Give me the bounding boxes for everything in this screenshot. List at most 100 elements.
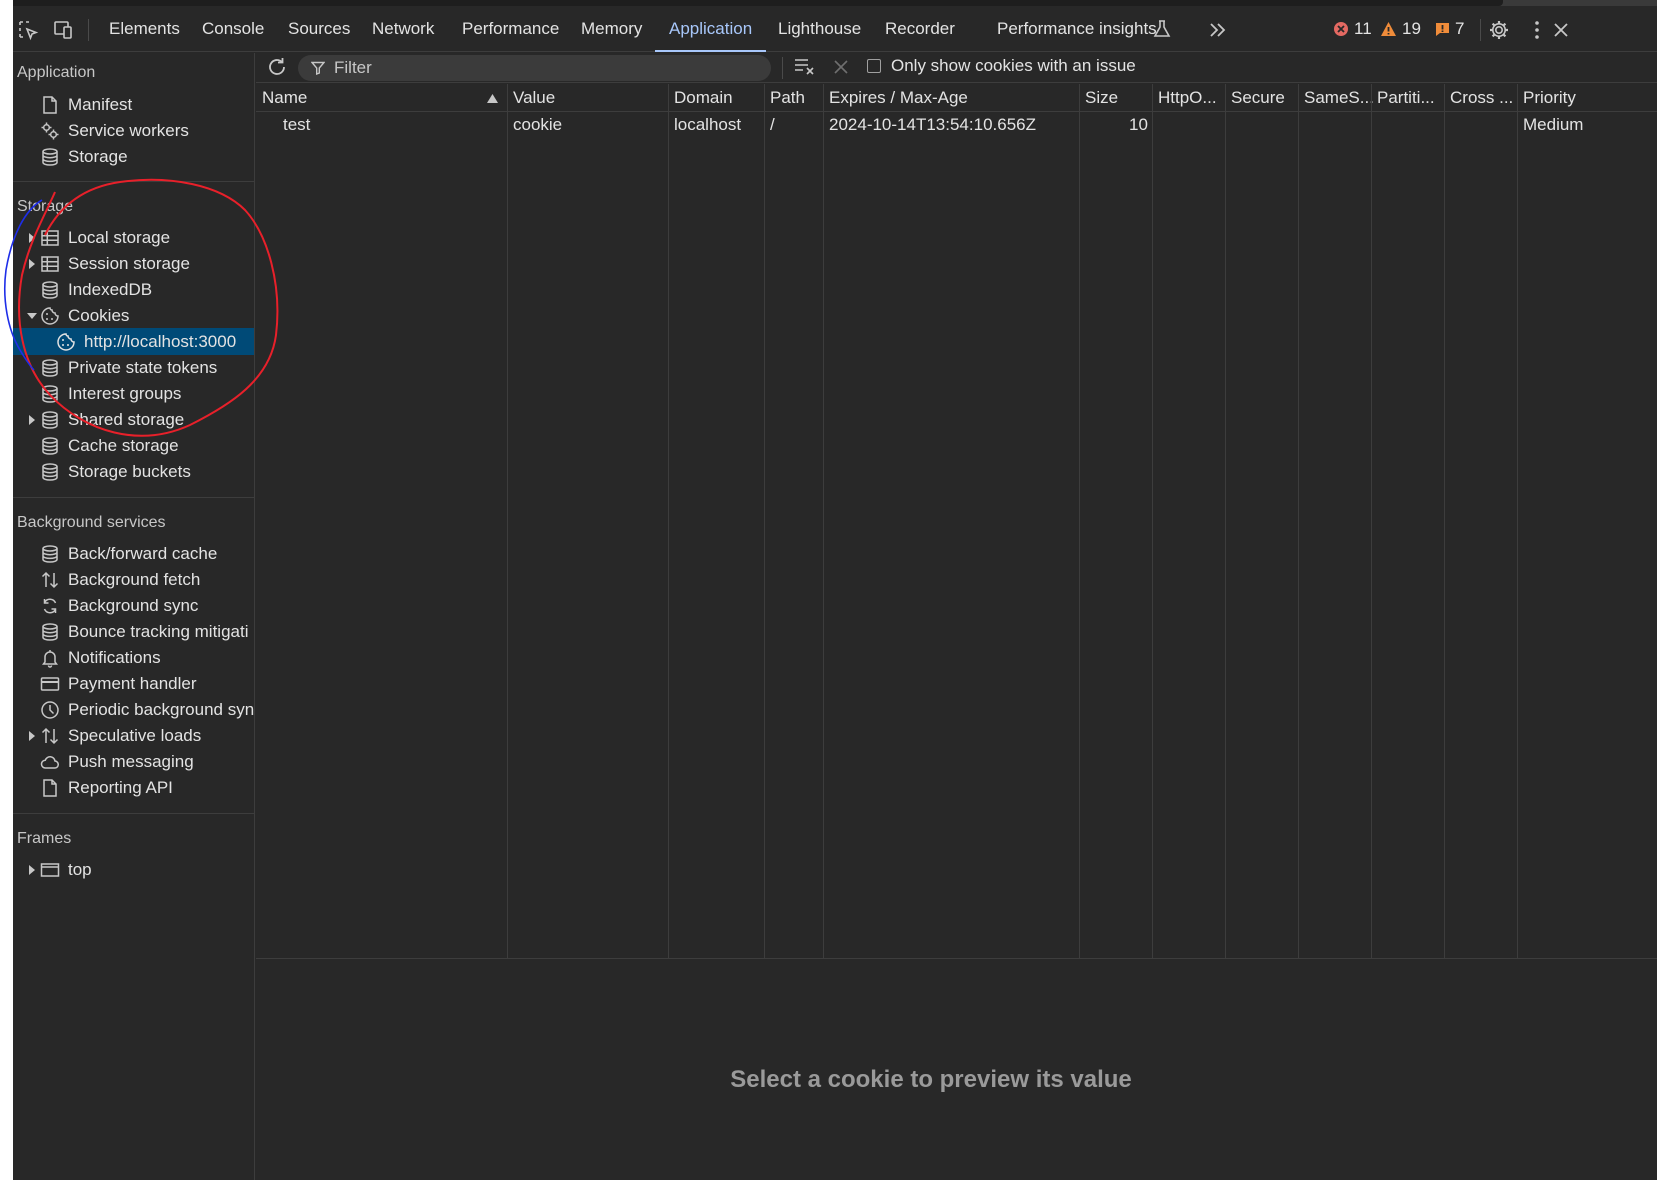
tab-application[interactable]: Application	[654, 6, 767, 52]
sidebar-item-reporting-api[interactable]: Reporting API	[13, 774, 254, 801]
sidebar-item-storage-overview[interactable]: Storage	[13, 143, 254, 170]
sidebar-item-label: IndexedDB	[68, 279, 153, 299]
cookie-icon	[41, 306, 59, 325]
flask-icon	[1153, 20, 1171, 37]
sidebar-item-session-storage[interactable]: Session storage	[13, 250, 254, 277]
column-header-secure[interactable]: Secure	[1231, 88, 1285, 108]
tab-performance-insights[interactable]: Performance insights	[997, 6, 1157, 52]
file-icon	[43, 95, 57, 114]
column-header-path[interactable]: Path	[770, 88, 805, 108]
column-header-partition[interactable]: Partiti...	[1377, 88, 1435, 108]
section-title-application: Application	[17, 64, 96, 81]
sidebar-item-back-forward-cache[interactable]: Back/forward cache	[13, 540, 254, 567]
preview-empty-message: Select a cookie to preview its value	[730, 1066, 1132, 1093]
filter-placeholder: Filter	[334, 58, 372, 77]
column-header-expires[interactable]: Expires / Max-Age	[829, 88, 968, 108]
close-icon[interactable]	[1550, 19, 1572, 41]
tab-memory[interactable]: Memory	[581, 6, 642, 52]
sidebar-item-label: top	[68, 859, 92, 879]
expand-arrow-icon[interactable]	[27, 232, 37, 243]
cookies-panel: Filter Only show cookies with an issue N…	[256, 53, 1657, 1180]
column-header-cross-site[interactable]: Cross ...	[1450, 88, 1513, 108]
column-header-httponly[interactable]: HttpO...	[1158, 88, 1217, 108]
sidebar-item-label: Storage	[68, 146, 128, 166]
cloud-icon	[40, 755, 59, 769]
column-header-domain[interactable]: Domain	[674, 88, 733, 108]
tab-recorder[interactable]: Recorder	[885, 6, 955, 52]
inspect-element-icon[interactable]	[17, 19, 39, 41]
column-header-name[interactable]: Name	[262, 88, 307, 108]
tab-console[interactable]: Console	[202, 6, 264, 52]
sidebar-item-label: Private state tokens	[68, 357, 218, 377]
database-icon	[42, 544, 58, 563]
issues-count: 7	[1455, 19, 1465, 38]
sidebar-item-label: Local storage	[68, 227, 171, 247]
sidebar-item-cookies-localhost[interactable]: http://localhost:3000	[13, 328, 254, 355]
only-issue-checkbox[interactable]	[867, 59, 881, 73]
tab-sources[interactable]: Sources	[288, 6, 350, 52]
frame-icon	[40, 862, 60, 877]
cell-size: 10	[1129, 115, 1148, 134]
sidebar-item-bounce-tracking[interactable]: Bounce tracking mitigati	[13, 618, 254, 645]
table-icon	[41, 255, 59, 272]
delete-selected-icon[interactable]	[833, 59, 849, 75]
sidebar-item-indexeddb[interactable]: IndexedDB	[13, 276, 254, 303]
refresh-icon[interactable]	[266, 56, 288, 78]
column-header-value[interactable]: Value	[513, 88, 555, 108]
column-header-size[interactable]: Size	[1085, 88, 1118, 108]
section-title-background-services: Background services	[17, 514, 166, 531]
sidebar-item-background-sync[interactable]: Background sync	[13, 592, 254, 619]
expand-arrow-icon[interactable]	[27, 414, 37, 425]
sidebar-item-periodic-background-sync[interactable]: Periodic background syn	[13, 696, 255, 723]
tab-performance[interactable]: Performance	[462, 6, 559, 52]
section-title-storage: Storage	[17, 198, 74, 215]
sidebar-item-label: Periodic background syn	[68, 699, 255, 719]
expand-arrow-icon[interactable]	[27, 730, 37, 741]
sidebar-item-frame-top[interactable]: top	[13, 856, 254, 883]
more-tabs-icon[interactable]	[1207, 19, 1229, 41]
sidebar-item-cookies[interactable]: Cookies	[13, 302, 254, 329]
filter-input[interactable]: Filter	[298, 55, 771, 81]
tab-elements[interactable]: Elements	[109, 6, 180, 52]
database-icon	[42, 462, 58, 481]
sidebar-item-cache-storage[interactable]: Cache storage	[13, 432, 254, 459]
device-toolbar-icon[interactable]	[52, 19, 74, 41]
sidebar-item-label: Bounce tracking mitigati	[68, 621, 249, 641]
sidebar-item-private-state-tokens[interactable]: Private state tokens	[13, 354, 254, 381]
sidebar-item-local-storage[interactable]: Local storage	[13, 224, 254, 251]
errors-count: 11	[1354, 19, 1372, 38]
sidebar-item-label: Background sync	[68, 595, 199, 615]
sidebar-item-storage-buckets[interactable]: Storage buckets	[13, 458, 254, 485]
sidebar-item-speculative-loads[interactable]: Speculative loads	[13, 722, 254, 749]
tab-lighthouse[interactable]: Lighthouse	[778, 6, 861, 52]
column-header-priority[interactable]: Priority	[1523, 88, 1576, 108]
cell-name: test	[283, 115, 311, 134]
file-icon	[43, 778, 57, 797]
settings-icon[interactable]	[1488, 19, 1510, 41]
sidebar-item-background-fetch[interactable]: Background fetch	[13, 566, 254, 593]
more-options-icon[interactable]	[1526, 19, 1548, 41]
issues-counter[interactable]: 7	[1435, 6, 1464, 52]
clear-all-cookies-icon[interactable]	[794, 57, 816, 77]
table-row[interactable]: test cookie localhost / 2024-10-14T13:54…	[256, 113, 1657, 141]
warnings-counter[interactable]: 19	[1380, 6, 1421, 52]
sidebar-item-notifications[interactable]: Notifications	[13, 644, 254, 671]
sidebar-item-label: Storage buckets	[68, 461, 191, 481]
expand-arrow-icon[interactable]	[27, 864, 37, 875]
column-header-samesite[interactable]: SameS...	[1304, 88, 1374, 108]
sidebar-item-service-workers[interactable]: Service workers	[13, 117, 254, 144]
sidebar-item-interest-groups[interactable]: Interest groups	[13, 380, 254, 407]
tab-network[interactable]: Network	[372, 6, 434, 52]
only-issue-label[interactable]: Only show cookies with an issue	[891, 56, 1136, 76]
collapse-arrow-icon[interactable]	[27, 311, 37, 321]
sidebar-item-manifest[interactable]: Manifest	[13, 91, 254, 118]
errors-counter[interactable]: 11	[1333, 6, 1372, 52]
sort-ascending-icon	[487, 94, 498, 103]
sidebar-item-shared-storage[interactable]: Shared storage	[13, 406, 254, 433]
table-icon	[41, 229, 59, 246]
sidebar-item-push-messaging[interactable]: Push messaging	[13, 748, 254, 775]
sidebar-item-label: Payment handler	[68, 673, 197, 693]
sidebar-item-payment-handler[interactable]: Payment handler	[13, 670, 254, 697]
main-toolbar: Elements Console Sources Network Perform…	[13, 6, 1657, 52]
expand-arrow-icon[interactable]	[27, 258, 37, 269]
